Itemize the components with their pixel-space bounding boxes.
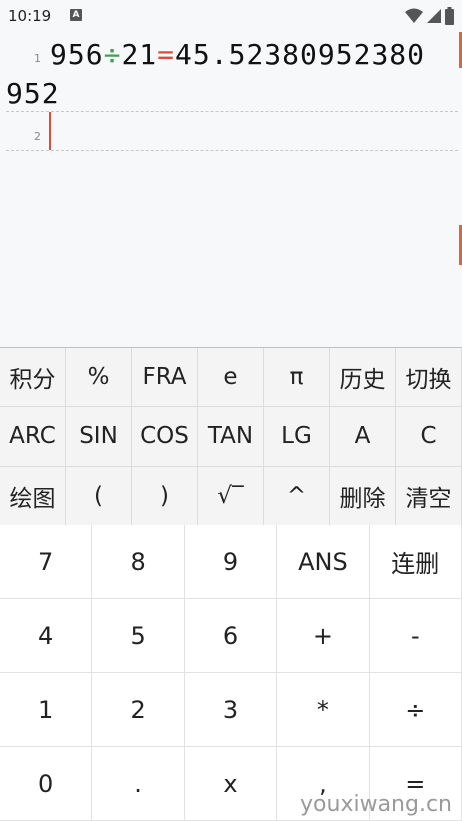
status-bar: 10:19 A [0, 0, 462, 32]
integral-key[interactable]: 积分 [0, 348, 66, 408]
key-8[interactable]: 8 [92, 525, 185, 599]
minus-key[interactable]: - [369, 599, 462, 673]
log-key[interactable]: LG [264, 407, 330, 467]
status-time: 10:19 [8, 7, 52, 25]
e-constant-key[interactable]: e [198, 348, 264, 408]
key-6[interactable]: 6 [184, 599, 278, 673]
line-number-2: 2 [34, 130, 41, 143]
status-icons [405, 6, 454, 26]
delete-key[interactable]: 删除 [330, 466, 396, 526]
fraction-key[interactable]: FRA [132, 348, 198, 408]
wifi-icon [405, 8, 423, 23]
sqrt-key[interactable]: √‾ [198, 466, 264, 526]
line-divider [6, 150, 458, 151]
operand-2: 21 [121, 38, 158, 71]
decimal-key[interactable]: . [92, 747, 185, 821]
line-divider [6, 111, 458, 112]
variable-x-key[interactable]: x [184, 747, 278, 821]
c-key[interactable]: C [396, 407, 462, 467]
key-4[interactable]: 4 [0, 599, 93, 673]
plot-key[interactable]: 绘图 [0, 466, 66, 526]
result-value: 45.52380952380 [175, 38, 426, 71]
divide-key[interactable]: ÷ [369, 673, 462, 747]
key-2[interactable]: 2 [92, 673, 185, 747]
operand-1: 956 [50, 38, 104, 71]
percent-key[interactable]: % [66, 348, 132, 408]
key-7[interactable]: 7 [0, 525, 93, 599]
pi-key[interactable]: π [264, 348, 330, 408]
expression-editor[interactable]: 1 956÷21=45.52380952380 952 2 [0, 32, 462, 347]
key-3[interactable]: 3 [184, 673, 278, 747]
function-keypad: 积分 % FRA e π 历史 切换 ARC SIN COS TAN LG A … [0, 347, 462, 526]
notification-a-icon: A [70, 9, 82, 21]
signal-icon [427, 9, 441, 23]
history-key[interactable]: 历史 [330, 348, 396, 408]
clear-key[interactable]: 清空 [396, 466, 462, 526]
divide-operator: ÷ [103, 38, 122, 71]
line-number-1: 1 [34, 52, 41, 65]
tan-key[interactable]: TAN [198, 407, 264, 467]
battery-icon [445, 7, 454, 25]
text-cursor [49, 112, 51, 150]
close-paren-key[interactable]: ) [132, 466, 198, 526]
arc-key[interactable]: ARC [0, 407, 66, 467]
power-key[interactable]: ^ [264, 466, 330, 526]
multiply-key[interactable]: * [277, 673, 370, 747]
ans-key[interactable]: ANS [277, 525, 370, 599]
cos-key[interactable]: COS [132, 407, 198, 467]
switch-key[interactable]: 切换 [396, 348, 462, 408]
key-9[interactable]: 9 [184, 525, 278, 599]
open-paren-key[interactable]: ( [66, 466, 132, 526]
key-1[interactable]: 1 [0, 673, 93, 747]
plus-key[interactable]: + [277, 599, 370, 673]
equals-sign: = [157, 38, 176, 71]
a-key[interactable]: A [330, 407, 396, 467]
sin-key[interactable]: SIN [66, 407, 132, 467]
continuous-delete-key[interactable]: 连删 [369, 525, 462, 599]
watermark: youxiwang.cn [300, 792, 452, 817]
result-continuation: 952 [6, 77, 60, 110]
key-5[interactable]: 5 [92, 599, 185, 673]
expression-line-1[interactable]: 956÷21=45.52380952380 [50, 36, 460, 74]
key-0[interactable]: 0 [0, 747, 93, 821]
number-keypad: 7 8 9 ANS 连删 4 5 6 + - 1 2 3 * ÷ 0 . x ,… [0, 525, 462, 821]
